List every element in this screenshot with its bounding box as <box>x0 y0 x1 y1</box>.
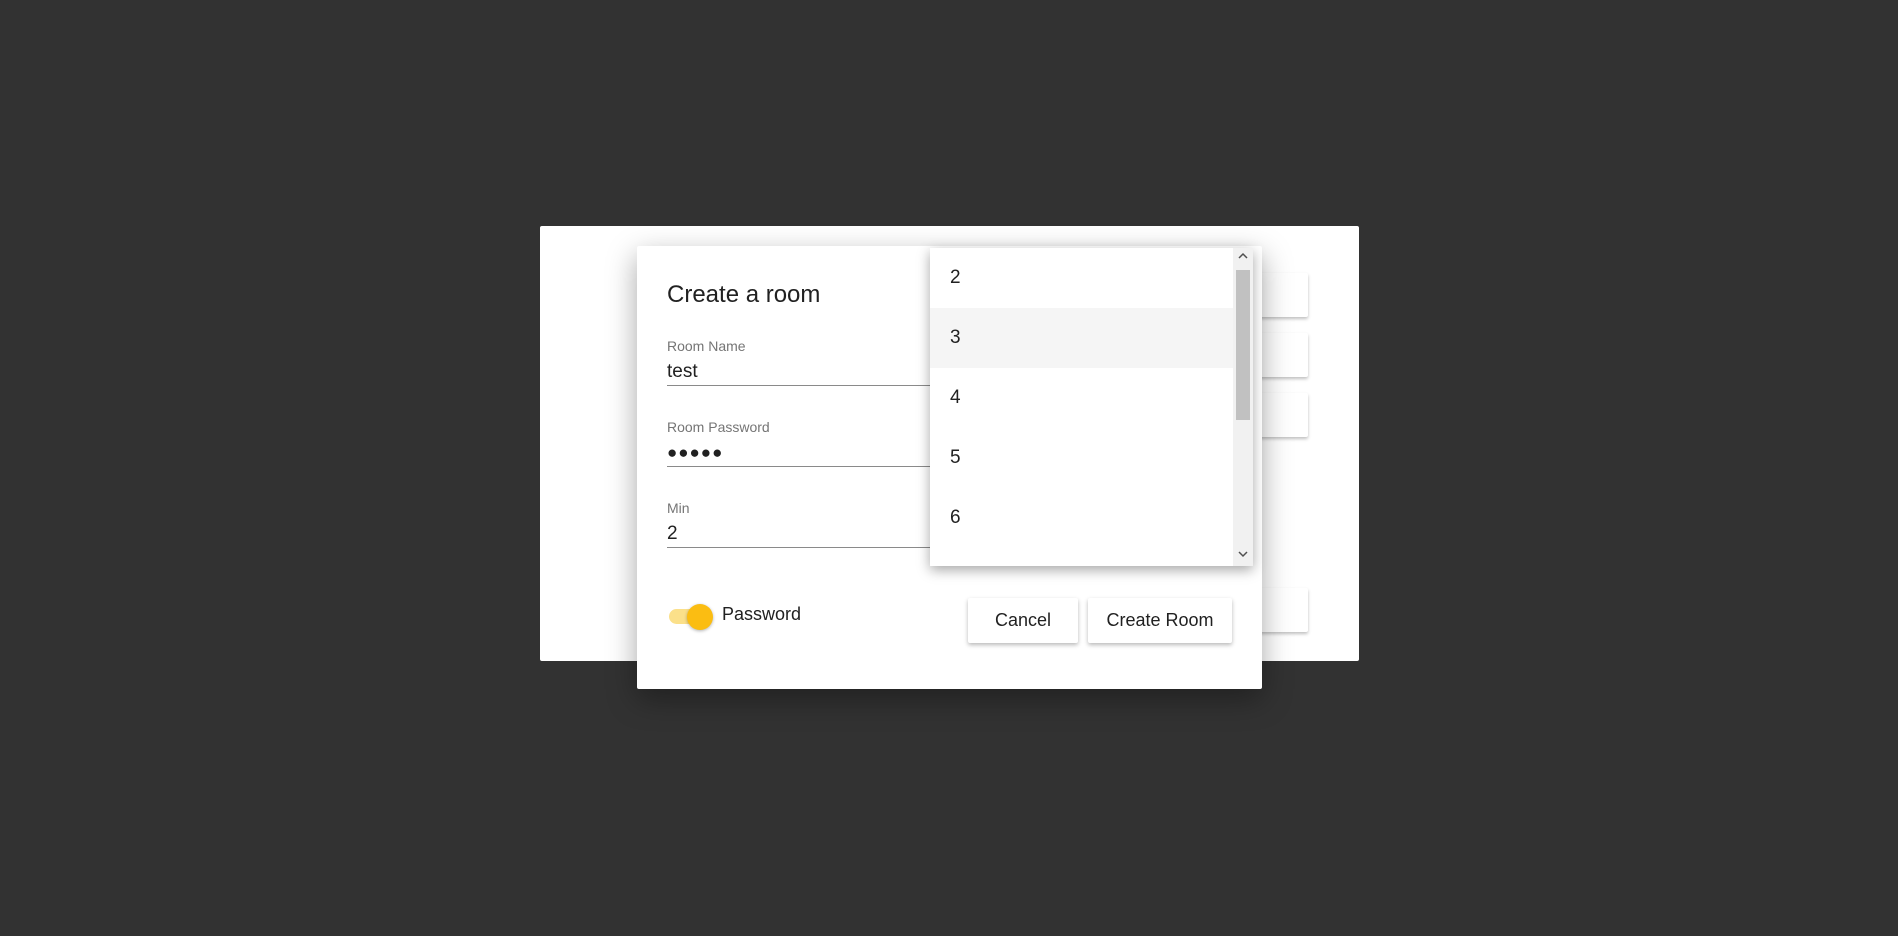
room-password-field[interactable]: Room Password ●●●●● <box>667 419 967 467</box>
toggle-thumb <box>687 604 713 630</box>
min-label: Min <box>667 500 690 516</box>
chevron-down-icon[interactable] <box>1233 546 1253 566</box>
dropdown-list: 2 3 4 5 6 <box>930 248 1233 548</box>
room-name-label: Room Name <box>667 338 746 354</box>
room-name-input[interactable]: test <box>667 359 967 385</box>
dialog-title: Create a room <box>667 281 821 308</box>
dropdown-option[interactable]: 5 <box>930 428 1233 488</box>
password-toggle[interactable] <box>667 601 715 631</box>
min-dropdown-menu: 2 3 4 5 6 <box>930 248 1253 566</box>
room-name-field[interactable]: Room Name test <box>667 338 967 386</box>
dropdown-option[interactable]: 2 <box>930 248 1233 308</box>
dropdown-scrollbar[interactable] <box>1233 248 1253 566</box>
dropdown-option[interactable]: 6 <box>930 488 1233 548</box>
dropdown-option[interactable]: 4 <box>930 368 1233 428</box>
min-select-field[interactable]: Min 2 <box>667 500 967 548</box>
room-password-label: Room Password <box>667 419 770 435</box>
password-toggle-label: Password <box>722 604 802 624</box>
min-select[interactable]: 2 <box>667 521 967 547</box>
create-room-button[interactable]: Create Room <box>1088 598 1232 643</box>
chevron-up-icon[interactable] <box>1233 248 1253 268</box>
room-password-input[interactable]: ●●●●● <box>667 440 967 466</box>
cancel-button[interactable]: Cancel <box>968 598 1078 643</box>
dropdown-option-highlighted[interactable]: 3 <box>930 308 1233 368</box>
scrollbar-thumb[interactable] <box>1236 270 1250 420</box>
